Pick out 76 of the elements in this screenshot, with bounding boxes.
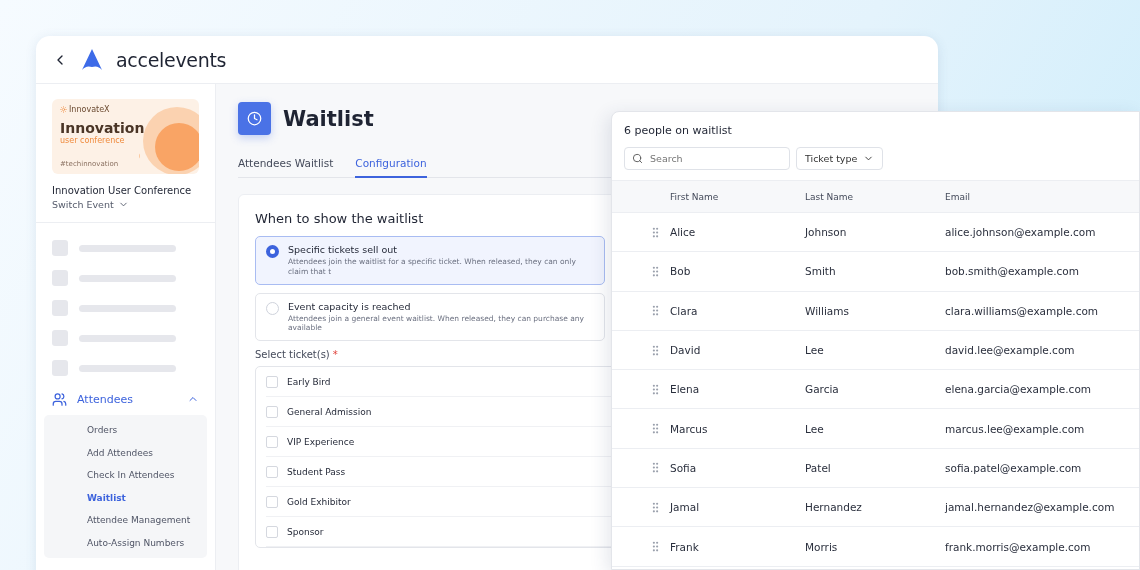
submenu-item[interactable]: Attendee Management [44,509,207,532]
page-title: Waitlist [283,106,374,131]
table-cell-text: Sofia [670,461,698,474]
placeholder-square [52,330,68,346]
table-cell-text: Alice [670,226,697,239]
submenu-item[interactable]: Waitlist [44,486,207,509]
banner-subtitle: user conference [60,136,126,145]
card-heading: When to show the waitlist [255,211,425,226]
ticket-label: Sponsor [287,526,324,537]
search-field[interactable]: Search [624,147,790,170]
option-title: Event capacity is reached [288,300,412,312]
table-cell-text: Jamal [670,501,701,514]
submenu-item[interactable]: Add Attendees [44,441,207,464]
submenu-item[interactable]: Check In Attendees [44,464,207,487]
tab[interactable]: Attendees Waitlist [238,151,334,178]
submenu-item[interactable]: Auto-Assign Numbers [44,531,207,554]
search-icon [632,153,643,164]
table-cell-text: sofia.patel@example.com [945,461,1083,474]
table-cell-text: Smith [805,265,837,278]
table-cell-text: Garcia [805,383,840,396]
column-header: Email [945,191,971,202]
checkbox[interactable] [266,405,278,418]
table-cell-text: Bob [670,265,692,278]
table-cell-text: Morris [805,540,839,553]
banner-title: Innovation [60,120,146,136]
ticket-label: VIP Experience [287,436,355,447]
placeholder-square [52,240,68,256]
event-name: Innovation User Conference [52,185,193,196]
table-cell-text: david.lee@example.com [945,344,1076,357]
table-cell-text: Marcus [670,422,709,435]
table-cell-text: Lee [805,422,825,435]
ticket-label: Student Pass [287,466,346,477]
submenu-item[interactable]: Orders [44,419,207,442]
table-cell-text: Clara [670,304,699,317]
checkbox[interactable] [266,375,278,388]
placeholder-square [52,360,68,376]
attendees-section[interactable]: Attendees [44,383,207,415]
ticket-label: Gold Exhibitor [287,496,351,507]
ticket-label: Early Bird [287,376,331,387]
tab[interactable]: Configuration [355,151,427,178]
table-cell-text: bob.smith@example.com [945,265,1080,278]
logo-text: accelevents [116,48,227,71]
placeholder-square [52,300,68,316]
checkbox[interactable] [266,525,278,538]
table-cell-text: frank.morris@example.com [945,540,1092,553]
brand-name: InnovateX [69,105,110,114]
table-cell-text: Lee [805,344,825,357]
table-cell-text: elena.garcia@example.com [945,383,1093,396]
table-cell-text: Frank [670,540,700,553]
table-cell-text: alice.johnson@example.com [945,226,1097,239]
column-header: First Name [670,191,720,202]
table-cell-text: Patel [805,461,832,474]
table-cell-text: marcus.lee@example.com [945,422,1086,435]
placeholder-square [52,270,68,286]
table-cell-text: Elena [670,383,701,396]
table-cell-text: jamal.hernandez@example.com [945,501,1116,514]
users-icon [52,391,67,407]
sun-icon [60,106,67,113]
checkbox[interactable] [266,435,278,448]
table-cell-text: clara.williams@example.com [945,304,1100,317]
table-cell-text: Johnson [805,226,848,239]
table-cell-text: Williams [805,304,850,317]
clock-icon [238,102,271,135]
required-mark: * [332,349,338,360]
checkbox[interactable] [266,495,278,508]
switch-event-button[interactable]: Switch Event [52,199,129,210]
radio-button[interactable] [266,245,279,258]
table-cell-text: Hernandez [805,501,863,514]
panel-title: 6 people on waitlist [623,123,733,137]
option-title: Specific tickets sell out [288,244,398,255]
column-header: Last Name [805,191,855,202]
ticket-type-dropdown[interactable]: Ticket type [796,147,884,170]
checkbox[interactable] [266,465,278,478]
table-cell-text: David [670,344,702,357]
label-text: Select ticket(s) [255,349,330,360]
ticket-label: General Admission [287,406,372,417]
